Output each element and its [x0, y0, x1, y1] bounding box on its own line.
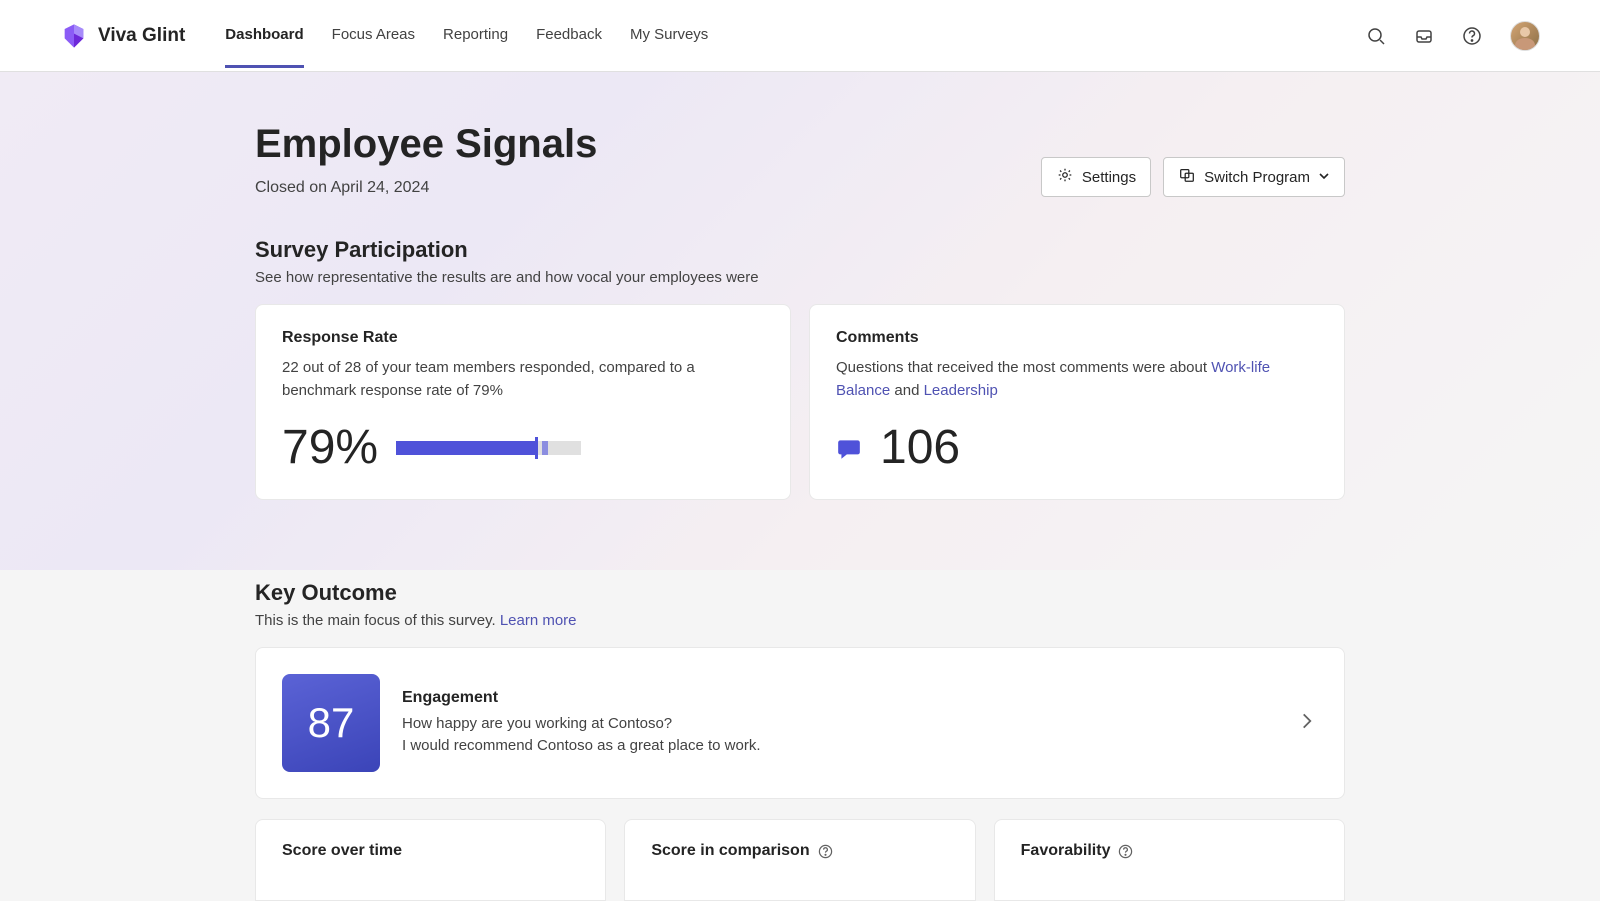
- switch-icon: [1178, 166, 1196, 188]
- info-icon[interactable]: [818, 844, 833, 859]
- response-rate-bar: [396, 441, 581, 455]
- participation-subtitle: See how representative the results are a…: [255, 269, 1345, 286]
- favorability-card[interactable]: Favorability: [994, 819, 1345, 901]
- engagement-line2: I would recommend Contoso as a great pla…: [402, 735, 1274, 758]
- outcome-section-subtitle: This is the main focus of this survey. L…: [255, 612, 1345, 629]
- engagement-card[interactable]: 87 Engagement How happy are you working …: [255, 647, 1345, 799]
- settings-label: Settings: [1082, 169, 1136, 186]
- nav-tabs: Dashboard Focus Areas Reporting Feedback…: [225, 4, 1366, 68]
- search-icon[interactable]: [1366, 26, 1386, 46]
- score-in-comparison-card[interactable]: Score in comparison: [624, 819, 975, 901]
- favorability-title: Favorability: [1021, 842, 1318, 860]
- brand[interactable]: Viva Glint: [60, 22, 185, 50]
- header-actions: [1366, 21, 1540, 51]
- response-rate-card: Response Rate 22 out of 28 of your team …: [255, 304, 791, 500]
- tab-dashboard[interactable]: Dashboard: [225, 4, 303, 68]
- outcome-section-title: Key Outcome: [255, 580, 1345, 606]
- comment-icon: [836, 436, 862, 460]
- page-closed-date: Closed on April 24, 2024: [255, 179, 597, 197]
- response-rate-title: Response Rate: [282, 329, 764, 347]
- engagement-line1: How happy are you working at Contoso?: [402, 713, 1274, 736]
- score-in-comparison-title: Score in comparison: [651, 842, 948, 860]
- comments-card: Comments Questions that received the mos…: [809, 304, 1345, 500]
- comments-title: Comments: [836, 329, 1318, 347]
- engagement-label: Engagement: [402, 689, 1274, 707]
- help-icon[interactable]: [1462, 26, 1482, 46]
- inbox-icon[interactable]: [1414, 26, 1434, 46]
- gear-icon: [1056, 166, 1074, 188]
- score-over-time-title: Score over time: [282, 842, 579, 860]
- engagement-score: 87: [282, 674, 380, 772]
- response-rate-value: 79%: [282, 420, 378, 475]
- avatar[interactable]: [1510, 21, 1540, 51]
- tab-reporting[interactable]: Reporting: [443, 4, 508, 68]
- tab-my-surveys[interactable]: My Surveys: [630, 4, 708, 68]
- chevron-down-icon: [1318, 169, 1330, 186]
- switch-program-button[interactable]: Switch Program: [1163, 157, 1345, 197]
- response-rate-desc: 22 out of 28 of your team members respon…: [282, 357, 764, 402]
- score-over-time-card[interactable]: Score over time: [255, 819, 606, 901]
- hero-section: Employee Signals Closed on April 24, 202…: [0, 72, 1600, 570]
- page-title: Employee Signals: [255, 122, 597, 167]
- leadership-link[interactable]: Leadership: [924, 382, 998, 399]
- top-header: Viva Glint Dashboard Focus Areas Reporti…: [0, 0, 1600, 72]
- tab-focus-areas[interactable]: Focus Areas: [332, 4, 415, 68]
- chevron-right-icon: [1296, 710, 1318, 737]
- info-icon[interactable]: [1118, 844, 1133, 859]
- viva-glint-logo-icon: [60, 22, 88, 50]
- comments-desc: Questions that received the most comment…: [836, 357, 1318, 402]
- brand-name: Viva Glint: [98, 25, 185, 47]
- settings-button[interactable]: Settings: [1041, 157, 1151, 197]
- switch-label: Switch Program: [1204, 169, 1310, 186]
- comments-count: 106: [880, 420, 960, 475]
- tab-feedback[interactable]: Feedback: [536, 4, 602, 68]
- participation-title: Survey Participation: [255, 237, 1345, 263]
- learn-more-link[interactable]: Learn more: [500, 612, 577, 629]
